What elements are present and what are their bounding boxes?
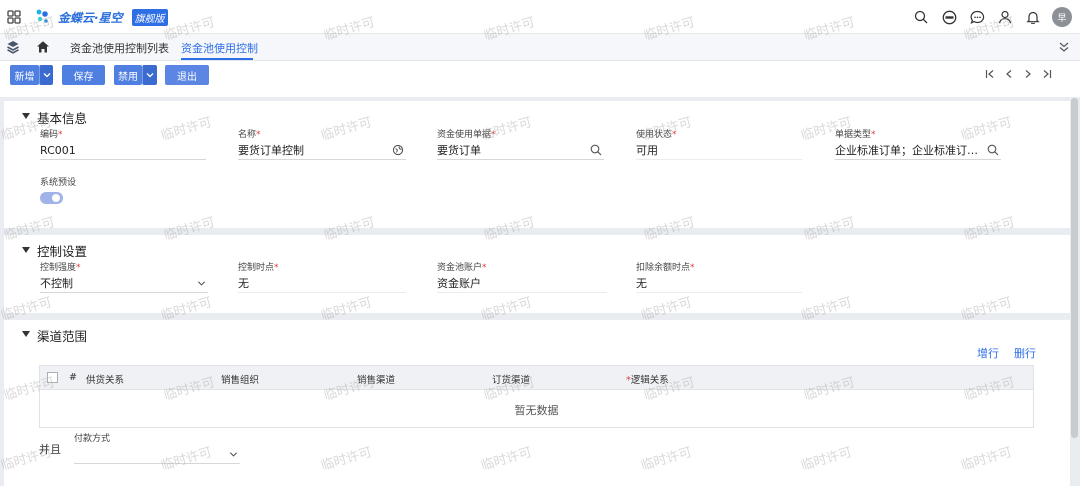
top-bar: 金蝶云·星空 旗舰版 早 [0,0,1080,34]
pool-account-label: 资金池账户 [437,263,483,273]
column-header-order-channel[interactable]: 订货渠道 [492,372,530,386]
bill-label: 资金使用单据 [437,130,492,140]
disable-button[interactable]: 禁用 [114,65,142,85]
status-field[interactable]: 使用状态* 可用 [636,129,802,161]
search-icon[interactable] [987,144,999,156]
section-title-basic: 基本信息 [37,111,88,126]
toolbar: 新增 保存 禁用 退出 [0,61,1080,97]
control-point-label: 控制时点 [238,263,275,273]
delete-row-button[interactable]: 删行 [1014,345,1036,361]
search-icon[interactable] [912,8,930,26]
control-strength-select[interactable]: 不控制 [40,277,190,293]
chevron-down-icon[interactable] [229,450,238,459]
user-icon[interactable] [996,8,1014,26]
payment-method-field[interactable]: 付款方式 [74,433,240,465]
bill-type-field[interactable]: 单据类型* 企业标准订单；企业标准订单… [835,129,1001,161]
bell-icon[interactable] [1024,8,1042,26]
next-record-icon[interactable] [1023,69,1033,79]
tab-bar: 资金池使用控制列表 资金池使用控制 [0,34,1080,61]
apps-grid-icon[interactable] [7,10,21,24]
section-title-channel: 渠道范围 [37,329,88,344]
record-navigation [985,69,1052,79]
exit-button[interactable]: 退出 [165,65,209,85]
control-point-field[interactable]: 控制时点* 无 [238,262,406,294]
active-tab-indicator [181,58,253,60]
column-header-supply[interactable]: 供货关系 [86,372,124,386]
new-dropdown-button[interactable] [39,65,53,85]
first-record-icon[interactable] [985,69,995,79]
chevron-down-icon [146,73,154,78]
logo-name: 金蝶云·星空 [58,10,123,25]
previous-record-icon[interactable] [1004,69,1014,79]
pool-account-value[interactable]: 资金账户 [437,277,607,293]
control-point-value[interactable]: 无 [238,277,406,293]
grid-header: # 供货关系 销售组织 销售渠道 订货渠道 *逻辑关系 [40,366,1033,390]
payment-method-label: 付款方式 [74,434,111,444]
top-icons: 早 [912,7,1072,27]
bill-type-label: 单据类型 [835,130,872,140]
chevron-down-icon[interactable] [197,279,206,288]
column-header-index: # [69,372,77,383]
deduct-point-label: 扣除余额时点 [636,263,691,273]
status-label: 使用状态 [636,130,673,140]
system-preset-toggle[interactable] [40,192,63,204]
search-icon[interactable] [590,144,602,156]
pool-account-field[interactable]: 资金池账户* 资金账户 [437,262,607,294]
preset-label: 系统预设 [40,178,77,188]
and-label: 并且 [39,443,61,456]
chevron-down-icon [43,73,50,78]
code-field[interactable]: 编码* RC001 [40,129,206,161]
product-logo[interactable]: 金蝶云·星空 旗舰版 [34,5,168,29]
select-all-checkbox[interactable] [47,372,58,383]
vertical-scrollbar[interactable] [1071,98,1078,438]
chevron-double-down-icon[interactable] [1058,41,1070,53]
name-label: 名称 [238,130,257,140]
column-header-sales-channel[interactable]: 销售渠道 [357,372,395,386]
save-button[interactable]: 保存 [62,65,105,85]
basic-info-section [4,101,1070,228]
add-row-button[interactable]: 增行 [977,345,999,361]
home-icon[interactable] [36,40,50,54]
preset-field: 系统预设 [40,177,120,191]
control-strength-field[interactable]: 控制强度* 不控制 [40,262,208,294]
bill-field[interactable]: 资金使用单据* 要货订单 [437,129,604,161]
code-label: 编码 [40,130,59,140]
layers-icon[interactable] [6,40,20,54]
disable-dropdown-button[interactable] [142,65,157,85]
tab-pool-control-list[interactable]: 资金池使用控制列表 [70,40,169,56]
bill-input[interactable]: 要货订单 [437,144,586,160]
section-title-control: 控制设置 [37,244,88,259]
column-header-sales-org[interactable]: 销售组织 [221,372,259,386]
control-strength-label: 控制强度 [40,263,77,273]
name-field[interactable]: 名称* 要货订单控制 [238,129,406,161]
code-input[interactable]: RC001 [40,144,206,160]
message-icon[interactable] [968,8,986,26]
avatar[interactable]: 早 [1052,7,1072,27]
kingdee-logo-icon [36,9,48,23]
bill-type-input[interactable]: 企业标准订单；企业标准订单… [835,144,983,160]
minus-circle-icon[interactable] [940,8,958,26]
deduct-point-field[interactable]: 扣除余额时点* 无 [636,262,802,294]
tab-pool-control[interactable]: 资金池使用控制 [181,40,258,56]
name-input[interactable]: 要货订单控制 [238,144,388,160]
new-button[interactable]: 新增 [10,65,39,85]
globe-icon[interactable] [392,144,404,156]
column-header-logic[interactable]: *逻辑关系 [626,372,669,386]
status-value[interactable]: 可用 [636,144,802,160]
channel-grid: # 供货关系 销售组织 销售渠道 订货渠道 *逻辑关系 暂无数据 [39,365,1034,428]
empty-state-text: 暂无数据 [514,404,559,417]
payment-method-select[interactable] [74,448,222,464]
last-record-icon[interactable] [1042,69,1052,79]
edition-badge: 旗舰版 [131,8,168,26]
deduct-point-value[interactable]: 无 [636,277,802,293]
